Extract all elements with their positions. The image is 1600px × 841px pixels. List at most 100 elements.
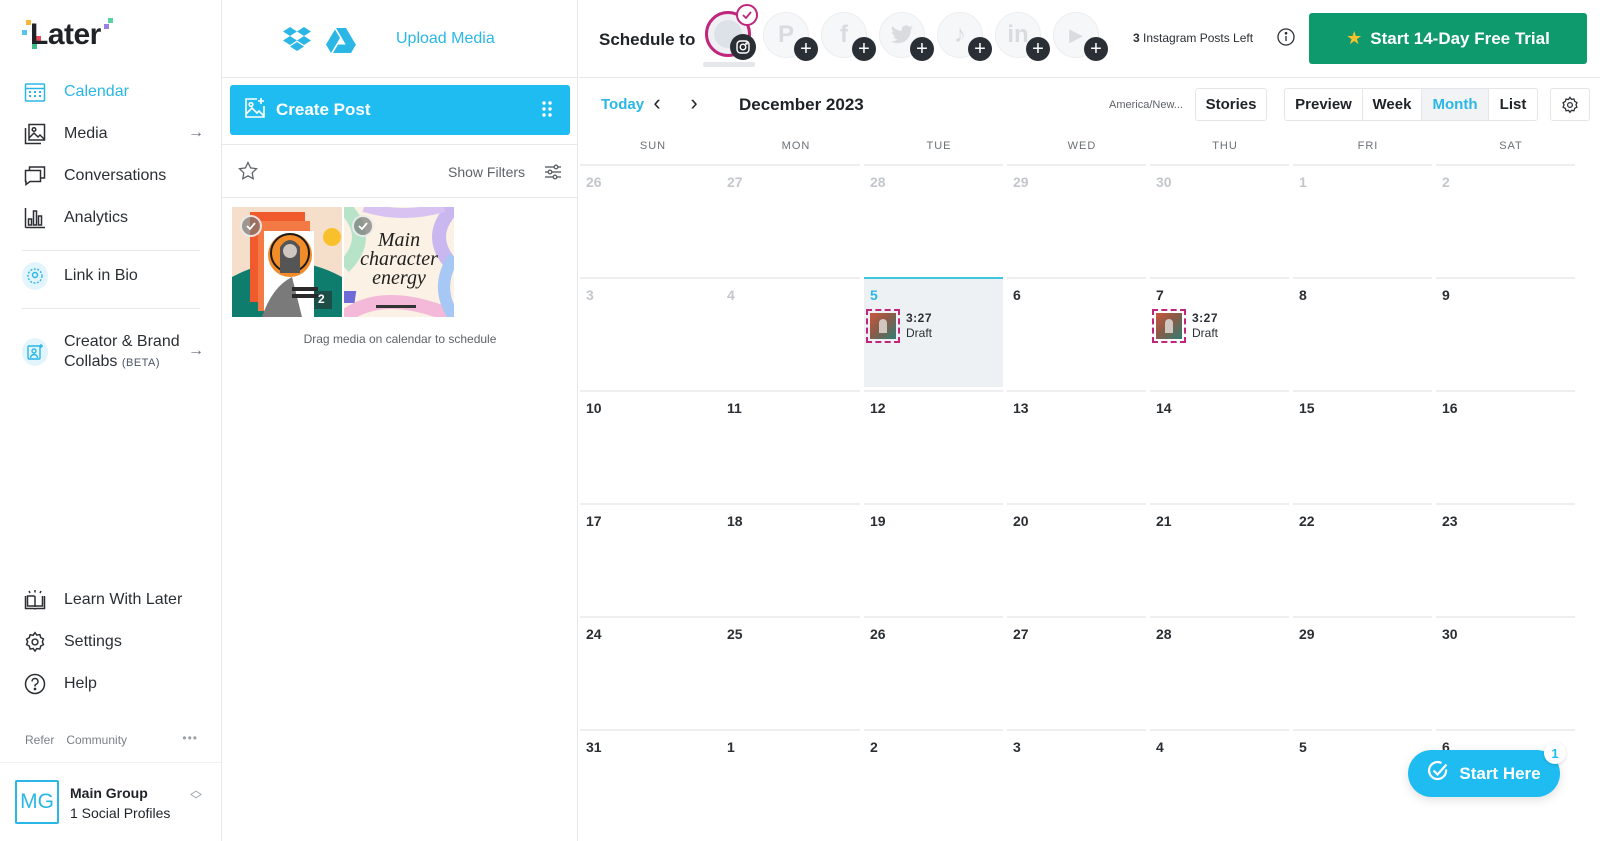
scheduled-post[interactable]: 3:27 Draft	[866, 309, 932, 343]
calendar-day[interactable]: 2	[1436, 164, 1575, 274]
profile-facebook[interactable]: f +	[821, 12, 876, 61]
calendar-day[interactable]: 26	[864, 616, 1003, 726]
stories-button[interactable]: Stories	[1195, 88, 1267, 121]
add-icon: +	[968, 37, 992, 61]
calendar-day[interactable]: 23	[1436, 503, 1575, 613]
day-number: 26	[586, 174, 602, 190]
calendar-settings-button[interactable]	[1550, 88, 1590, 121]
calendar-day[interactable]: 4	[1150, 729, 1289, 839]
more-icon[interactable]: •••	[182, 731, 198, 745]
calendar-day[interactable]: 30	[1436, 616, 1575, 726]
calendar-day[interactable]: 17	[580, 503, 721, 613]
calendar-day[interactable]: 9	[1436, 277, 1575, 387]
view-week[interactable]: Week	[1363, 89, 1422, 120]
day-number: 11	[727, 400, 742, 416]
view-month[interactable]: Month	[1422, 89, 1489, 120]
calendar-day[interactable]: 27	[1007, 616, 1146, 726]
calendar-day[interactable]: 26	[580, 164, 721, 274]
sidebar-item-learn[interactable]: Learn With Later	[22, 584, 212, 616]
calendar-day[interactable]: 12	[864, 390, 1003, 500]
scheduled-post[interactable]: 3:27 Draft	[1152, 309, 1218, 343]
calendar-day[interactable]: 4	[721, 277, 860, 387]
timezone-select[interactable]: America/New...	[1109, 99, 1183, 111]
calendar-day[interactable]: 29	[1007, 164, 1146, 274]
profile-switcher[interactable]: MG Main Group 1 Social Profiles ︿ ﹀	[0, 762, 221, 841]
calendar-day[interactable]: 15	[1293, 390, 1432, 500]
calendar-day[interactable]: 27	[721, 164, 860, 274]
start-here-button[interactable]: Start Here 1	[1408, 742, 1566, 797]
calendar-day[interactable]: 20	[1007, 503, 1146, 613]
add-icon: +	[1084, 37, 1108, 61]
calendar-day[interactable]: 24	[580, 616, 721, 726]
profile-instagram[interactable]	[705, 4, 758, 60]
upload-media-button[interactable]: Upload Media	[396, 30, 495, 48]
media-thumbnail[interactable]: 2	[232, 207, 342, 317]
calendar-day[interactable]: 31	[580, 729, 721, 839]
media-thumbnail[interactable]: Main character energy	[344, 207, 454, 317]
calendar-day[interactable]: 11	[721, 390, 860, 500]
checkmark-icon[interactable]	[240, 215, 262, 237]
calendar-day[interactable]: 22	[1293, 503, 1432, 613]
sidebar-item-help[interactable]: Help	[22, 668, 212, 700]
info-icon[interactable]	[1277, 28, 1295, 51]
calendar-day[interactable]: 16	[1436, 390, 1575, 500]
calendar-day[interactable]: 14	[1150, 390, 1289, 500]
drag-handle-icon[interactable]	[542, 101, 552, 122]
later-logo[interactable]: Later	[22, 16, 117, 52]
calendar-day[interactable]: 1	[1293, 164, 1432, 274]
sidebar-item-analytics[interactable]: Analytics	[22, 202, 212, 234]
profile-pinterest[interactable]: P +	[763, 12, 818, 61]
view-list[interactable]: List	[1489, 89, 1537, 120]
calendar-day[interactable]: 1	[721, 729, 860, 839]
calendar-day[interactable]: 7 3:27 Draft	[1150, 277, 1289, 387]
calendar-day[interactable]: 13	[1007, 390, 1146, 500]
star-icon[interactable]	[238, 161, 258, 186]
calendar-day[interactable]: 3	[1007, 729, 1146, 839]
calendar-day[interactable]: 30	[1150, 164, 1289, 274]
calendar-day-today[interactable]: 5 3:27 Draft	[864, 277, 1003, 387]
day-number: 5	[1299, 739, 1307, 755]
calendar-day[interactable]: 2	[864, 729, 1003, 839]
sidebar-item-media[interactable]: Media →	[22, 118, 212, 150]
calendar-day[interactable]: 18	[721, 503, 860, 613]
calendar-day[interactable]: 28	[1150, 616, 1289, 726]
create-post-button[interactable]: Create Post	[230, 85, 570, 135]
help-icon	[22, 671, 48, 697]
sidebar-item-settings[interactable]: Settings	[22, 626, 212, 658]
calendar-day[interactable]: 28	[864, 164, 1003, 274]
community-link[interactable]: Community	[66, 733, 127, 747]
refer-link[interactable]: Refer	[25, 733, 54, 747]
google-drive-icon[interactable]	[326, 27, 356, 58]
post-time: 3:27	[1192, 311, 1219, 325]
profile-youtube[interactable]: ▶ +	[1053, 12, 1108, 61]
profile-twitter[interactable]: +	[879, 12, 934, 61]
weekday-header: TUE	[926, 140, 952, 152]
profile-linkedin[interactable]: in +	[995, 12, 1050, 61]
calendar-day[interactable]: 3	[580, 277, 721, 387]
sidebar-item-calendar[interactable]: Calendar	[22, 76, 212, 108]
sidebar-item-collabs[interactable]: Creator & Brand Collabs (BETA) →	[22, 330, 212, 374]
start-free-trial-button[interactable]: ★ Start 14-Day Free Trial	[1309, 13, 1587, 64]
calendar-day[interactable]: 29	[1293, 616, 1432, 726]
weekday-header: THU	[1212, 140, 1238, 152]
calendar-day[interactable]: 19	[864, 503, 1003, 613]
calendar-day[interactable]: 8	[1293, 277, 1432, 387]
sidebar-item-link-in-bio[interactable]: Link in Bio	[22, 260, 212, 292]
dropbox-icon[interactable]	[282, 25, 312, 58]
calendar-day[interactable]: 25	[721, 616, 860, 726]
checkmark-icon[interactable]	[352, 215, 374, 237]
view-preview[interactable]: Preview	[1285, 89, 1363, 120]
chevron-left-icon[interactable]: ‹	[645, 91, 669, 117]
filter-sliders-icon[interactable]	[544, 163, 562, 186]
show-filters-button[interactable]: Show Filters	[448, 164, 525, 180]
calendar-day[interactable]: 21	[1150, 503, 1289, 613]
chevron-right-icon[interactable]: ›	[682, 91, 706, 117]
day-number: 22	[1299, 513, 1315, 529]
sidebar-item-conversations[interactable]: Conversations	[22, 160, 212, 192]
today-button[interactable]: Today	[601, 96, 644, 113]
calendar-day[interactable]: 10	[580, 390, 721, 500]
chevron-up-down-icon[interactable]: ︿ ﹀	[190, 784, 202, 806]
calendar-day[interactable]: 6	[1007, 277, 1146, 387]
day-number: 15	[1299, 400, 1315, 416]
profile-tiktok[interactable]: ♪ +	[937, 12, 992, 61]
